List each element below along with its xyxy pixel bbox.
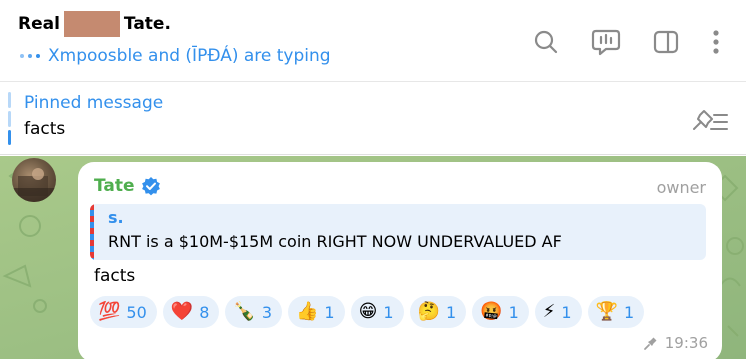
- more-options-icon: [713, 30, 719, 54]
- redacted-block: [63, 11, 120, 37]
- reply-text: RNT is a $10M-$15M coin RIGHT NOW UNDERV…: [108, 232, 562, 251]
- champagne-icon: 🍾: [233, 301, 256, 322]
- sender-name: Tate: [94, 176, 135, 196]
- message-bubble[interactable]: Tate owner s. RNT is a $10M-$15M coin RI…: [78, 162, 722, 359]
- sidebar-toggle-button[interactable]: [646, 26, 686, 58]
- heart-icon: ❤️: [170, 301, 194, 322]
- reaction-count: 1: [324, 302, 335, 322]
- reaction-thinking[interactable]: 🤔 1: [409, 296, 467, 328]
- chat-title-prefix: Real: [18, 14, 60, 34]
- reaction-trophy[interactable]: 🏆 1: [587, 296, 645, 328]
- reaction-lightning[interactable]: ⚡ 1: [534, 296, 582, 328]
- reply-stripe: [90, 204, 94, 260]
- reaction-champagne[interactable]: 🍾 3: [225, 296, 282, 328]
- reaction-angry[interactable]: 🤬 1: [472, 296, 529, 328]
- reaction-count: 1: [624, 302, 635, 322]
- reaction-count: 1: [561, 302, 572, 322]
- reaction-count: 50: [126, 302, 147, 322]
- chat-title[interactable]: Real Tate.: [18, 10, 171, 38]
- avatar[interactable]: [12, 158, 56, 202]
- pinned-pin-icon: [643, 337, 657, 350]
- message-time: 19:36: [664, 334, 708, 352]
- typing-status: Xmpoosble and (ĪPĐÁ) are typing: [20, 46, 331, 66]
- pinned-text: facts: [24, 119, 66, 139]
- typing-dots-icon: [20, 54, 40, 58]
- reactions-row: 💯 50 ❤️ 8 🍾 3 👍 1 😁 1 🤔 1 🤬 1 ⚡ 1 🏆 1: [90, 296, 645, 328]
- more-options-button[interactable]: [706, 26, 726, 58]
- message-text: facts: [94, 266, 136, 286]
- message-meta: 19:36: [643, 334, 708, 352]
- reaction-count: 1: [383, 302, 394, 322]
- unpin-list-icon: [693, 110, 728, 130]
- angry-face-icon: 🤬: [480, 301, 503, 322]
- thinking-face-icon: 🤔: [417, 301, 440, 322]
- reaction-thumbs-up[interactable]: 👍 1: [288, 296, 345, 328]
- pinned-message-bar[interactable]: Pinned message facts: [0, 83, 746, 155]
- member-role-badge: owner: [656, 178, 706, 197]
- lightning-icon: ⚡: [542, 301, 556, 322]
- reaction-grin[interactable]: 😁 1: [350, 296, 404, 328]
- chat-title-suffix: Tate.: [123, 14, 171, 34]
- reply-sender-name: s.: [108, 208, 124, 227]
- reaction-count: 1: [445, 302, 457, 322]
- pinned-title: Pinned message: [24, 93, 164, 113]
- grinning-face-icon: 😁: [358, 301, 378, 322]
- avatar-image: [12, 168, 56, 202]
- hundred-points-icon: 💯: [98, 301, 121, 322]
- pinned-list-button[interactable]: [690, 105, 730, 135]
- video-chat-button[interactable]: [586, 26, 626, 58]
- thumbs-up-icon: 👍: [296, 301, 319, 322]
- reaction-count: 1: [508, 302, 519, 322]
- pinned-indicator: [8, 92, 11, 145]
- sender-name-row[interactable]: Tate: [94, 176, 161, 196]
- search-button[interactable]: [526, 26, 566, 58]
- sidebar-toggle-icon: [653, 30, 679, 54]
- chat-header: Real Tate. Xmpoosble and (ĪPĐÁ) are typi…: [0, 0, 746, 82]
- reaction-count: 8: [199, 302, 210, 322]
- reaction-count: 3: [261, 302, 272, 322]
- reaction-heart[interactable]: ❤️ 8: [162, 296, 220, 328]
- reply-quote[interactable]: s. RNT is a $10M-$15M coin RIGHT NOW UND…: [90, 204, 706, 260]
- search-icon: [534, 30, 558, 54]
- typing-text: Xmpoosble and (ĪPĐÁ) are typing: [48, 46, 331, 66]
- trophy-icon: 🏆: [595, 301, 619, 322]
- verified-badge-icon: [141, 177, 160, 196]
- video-chat-icon: [591, 29, 621, 56]
- reaction-hundred[interactable]: 💯 50: [90, 296, 157, 328]
